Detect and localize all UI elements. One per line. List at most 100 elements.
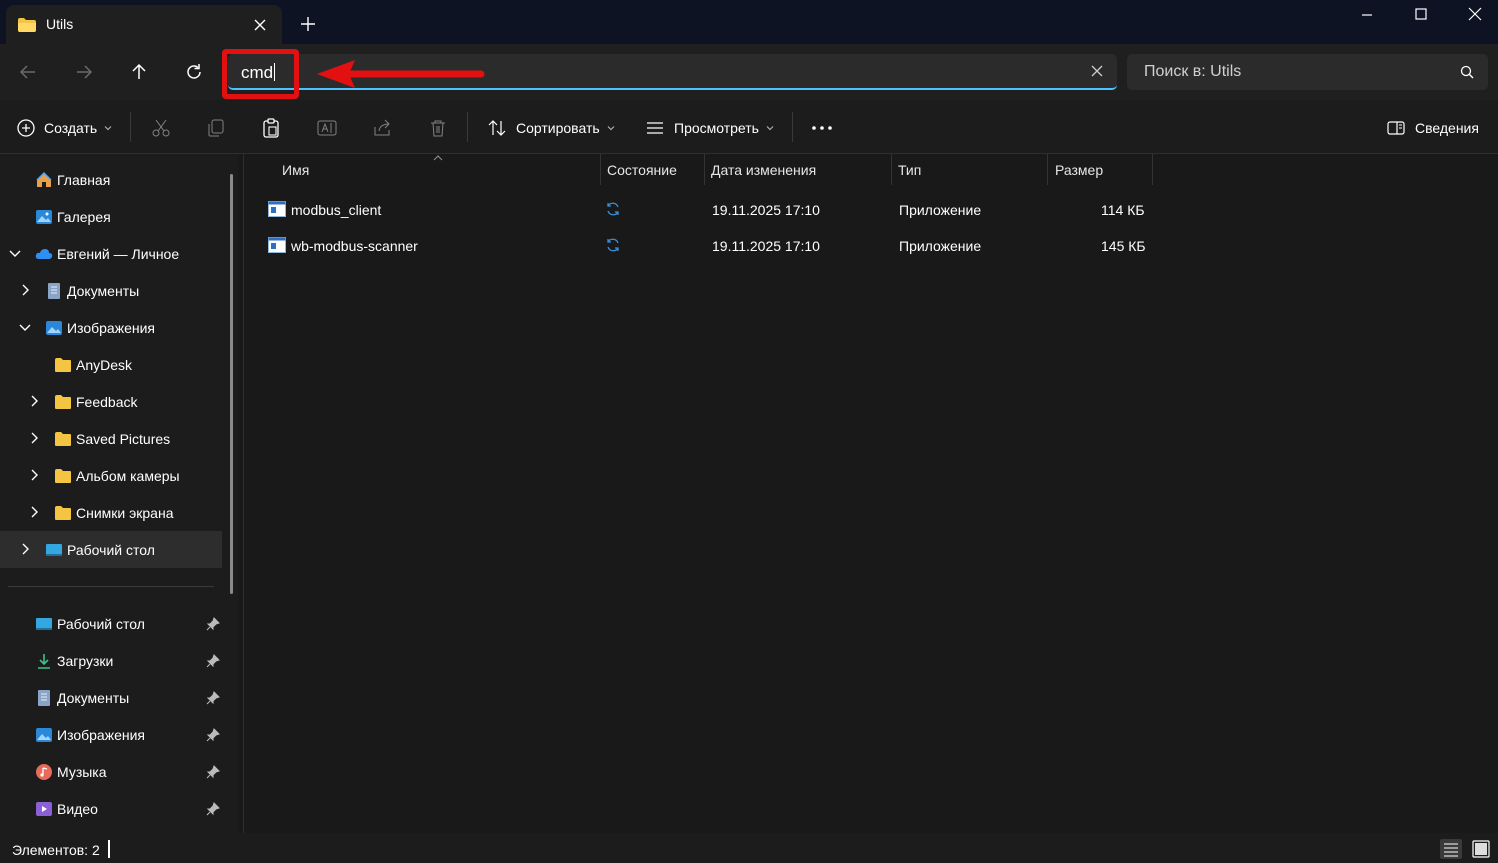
sidebar-item-onedrive[interactable]: Евгений — Личное [0, 235, 222, 272]
column-header-size[interactable]: Размер [1055, 162, 1103, 178]
delete-icon[interactable] [427, 117, 449, 139]
pin-icon [206, 691, 220, 705]
folder-icon [55, 358, 71, 372]
pinned-item-music[interactable]: Музыка [0, 753, 222, 790]
folder-icon [55, 395, 71, 409]
chevron-down-icon [607, 126, 615, 131]
file-size: 114 КБ [1101, 202, 1145, 218]
annotation-highlight-box [222, 49, 299, 99]
sidebar-item-home[interactable]: Главная [0, 161, 222, 198]
annotation-arrow-icon [315, 58, 485, 93]
cut-icon[interactable] [150, 117, 172, 139]
share-icon[interactable] [371, 117, 393, 139]
sidebar-item-camera-roll[interactable]: Альбом камеры [0, 457, 222, 494]
search-placeholder: Поиск в: Utils [1144, 63, 1242, 80]
back-arrow-icon[interactable] [16, 60, 40, 84]
tiles-view-icon[interactable] [1469, 838, 1493, 860]
details-button[interactable]: Сведения [1386, 114, 1479, 142]
sidebar-divider [8, 586, 214, 587]
close-tab-icon[interactable] [249, 14, 271, 36]
sidebar-item-saved-pictures[interactable]: Saved Pictures [0, 420, 222, 457]
sidebar-item-desktop[interactable]: Рабочий стол [0, 531, 222, 568]
file-type: Приложение [899, 202, 982, 218]
new-tab-button[interactable] [297, 13, 319, 35]
view-button[interactable]: Просмотреть [645, 114, 775, 142]
sidebar-item-anydesk[interactable]: AnyDesk [0, 346, 222, 383]
chevron-right-icon [31, 506, 38, 518]
desktop-icon [36, 618, 52, 630]
details-view-icon[interactable] [1439, 838, 1463, 860]
pin-icon [206, 765, 220, 779]
sort-button[interactable]: Сортировать [487, 114, 616, 142]
file-date: 19.11.2025 17:10 [712, 202, 820, 218]
pinned-item-desktop[interactable]: Рабочий стол [0, 605, 222, 642]
tab-utils[interactable]: Utils [6, 5, 282, 44]
pin-icon [206, 654, 220, 668]
create-button[interactable]: Создать [16, 114, 113, 142]
documents-icon [48, 283, 60, 299]
column-header-date[interactable]: Дата изменения [711, 162, 816, 178]
sidebar-item-pictures[interactable]: Изображения [0, 309, 222, 346]
folder-icon [55, 506, 71, 520]
forward-arrow-icon[interactable] [72, 60, 96, 84]
minimize-button[interactable] [1344, 3, 1390, 27]
documents-icon [38, 690, 50, 706]
downloads-icon [38, 654, 50, 669]
application-icon [268, 201, 286, 217]
application-icon [268, 237, 286, 253]
sidebar-item-screenshots[interactable]: Снимки экрана [0, 494, 222, 531]
music-icon [36, 764, 52, 780]
table-row[interactable]: modbus_client 19.11.2025 17:10 Приложени… [260, 193, 1160, 227]
clear-address-icon[interactable] [1089, 63, 1105, 79]
rename-icon[interactable] [316, 117, 338, 139]
pin-icon [206, 617, 220, 631]
gallery-icon [36, 210, 52, 224]
file-name: modbus_client [291, 202, 382, 218]
file-name: wb-modbus-scanner [291, 238, 418, 254]
command-bar: Создать Сортировать Просмотреть Сведения [0, 100, 1498, 154]
pin-icon [206, 728, 220, 742]
tab-title: Utils [46, 16, 74, 32]
item-count: Элементов: 2 [12, 842, 100, 858]
chevron-down-icon [19, 324, 31, 331]
chevron-right-icon [31, 395, 38, 407]
title-bar: Utils [0, 0, 1498, 44]
sidebar-item-feedback[interactable]: Feedback [0, 383, 222, 420]
chevron-right-icon [22, 284, 29, 296]
column-header-status[interactable]: Состояние [607, 162, 677, 178]
column-header-name[interactable]: Имя [282, 162, 309, 178]
table-row[interactable]: wb-modbus-scanner 19.11.2025 17:10 Прило… [260, 229, 1160, 263]
folder-icon [17, 17, 37, 36]
folder-icon [55, 469, 71, 483]
search-icon[interactable] [1459, 64, 1475, 83]
pictures-icon [46, 321, 62, 335]
pinned-item-downloads[interactable]: Загрузки [0, 642, 222, 679]
sidebar-scrollbar[interactable] [230, 174, 233, 594]
video-icon [36, 802, 52, 816]
home-icon [36, 171, 52, 187]
close-window-button[interactable] [1452, 3, 1498, 27]
copy-icon[interactable] [205, 117, 227, 139]
pinned-item-documents[interactable]: Документы [0, 679, 222, 716]
desktop-icon [46, 544, 62, 556]
sort-icon [488, 120, 506, 136]
pictures-icon [36, 728, 52, 742]
sidebar-item-documents[interactable]: Документы [0, 272, 222, 309]
paste-icon[interactable] [260, 117, 282, 139]
search-box[interactable]: Поиск в: Utils [1127, 54, 1488, 90]
onedrive-icon [35, 249, 53, 259]
column-header-type[interactable]: Тип [898, 162, 921, 178]
more-options-icon[interactable] [810, 114, 834, 142]
sidebar-item-gallery[interactable]: Галерея [0, 198, 222, 235]
pinned-item-video[interactable]: Видео [0, 790, 222, 827]
up-arrow-icon[interactable] [127, 60, 151, 84]
view-list-icon [647, 122, 663, 134]
file-type: Приложение [899, 238, 982, 254]
pinned-item-pictures[interactable]: Изображения [0, 716, 222, 753]
refresh-icon[interactable] [182, 60, 206, 84]
chevron-right-icon [22, 543, 29, 555]
file-list: Имя Состояние Дата изменения Тип Размер … [244, 154, 1498, 833]
chevron-down-icon [766, 126, 774, 131]
sync-icon [607, 238, 619, 252]
maximize-button[interactable] [1398, 3, 1444, 27]
